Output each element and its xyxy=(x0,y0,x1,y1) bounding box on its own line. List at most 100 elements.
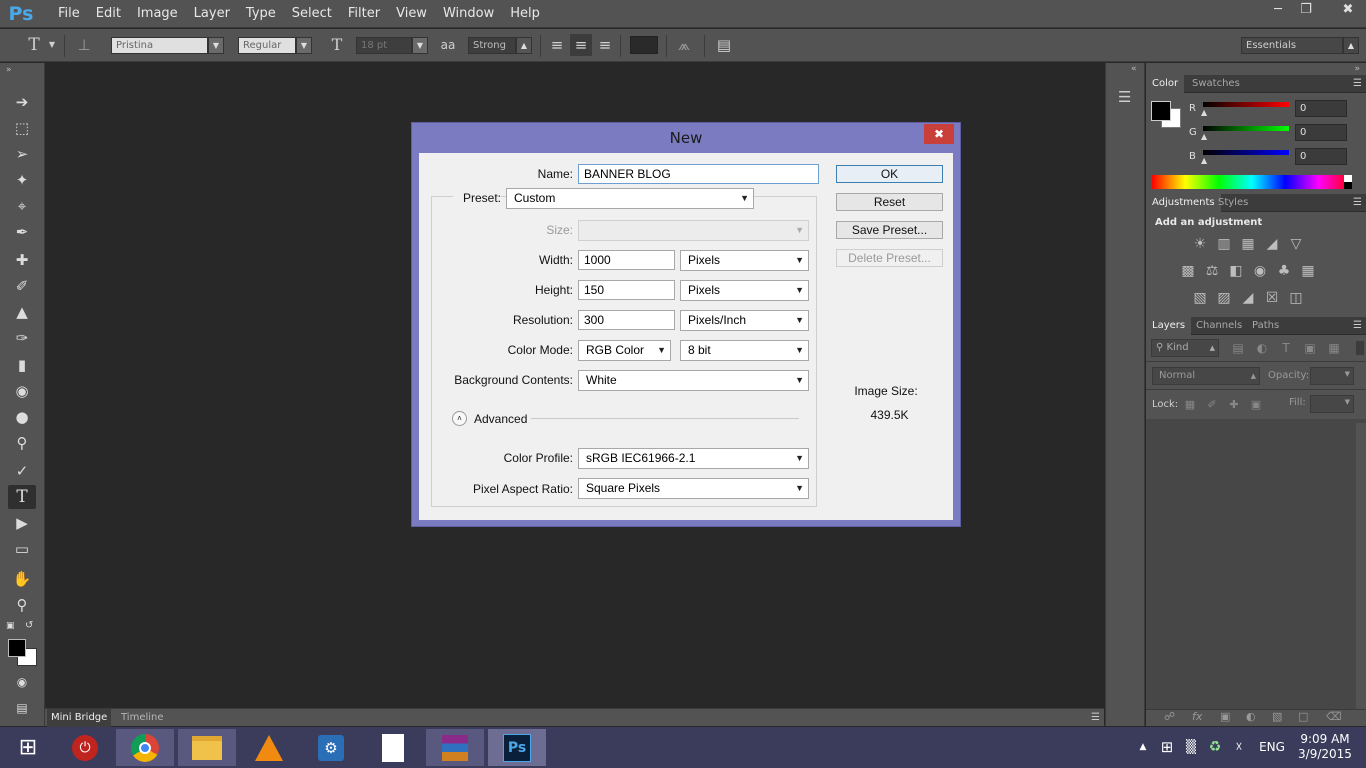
screen-mode-icon[interactable]: ▤ xyxy=(8,696,36,720)
document-app-icon[interactable] xyxy=(364,729,422,766)
lock-position-icon[interactable]: ✚ xyxy=(1224,396,1244,414)
warp-text-icon[interactable]: ⩕ xyxy=(672,34,696,56)
brightness-contrast-icon[interactable]: ☀ xyxy=(1190,235,1210,253)
filter-adjustment-icon[interactable]: ◐ xyxy=(1252,339,1272,357)
tab-channels[interactable]: Channels xyxy=(1190,317,1248,335)
volume-muted-icon[interactable]: ☓ xyxy=(1228,727,1250,768)
slider-handle-icon[interactable]: ▲ xyxy=(1201,156,1207,165)
quick-mask-icon[interactable]: ◉ xyxy=(8,670,36,694)
menu-image[interactable]: Image xyxy=(129,0,186,28)
align-right-icon[interactable]: ≡ xyxy=(594,34,616,56)
menu-edit[interactable]: Edit xyxy=(88,0,129,28)
black-white-icon[interactable]: ◧ xyxy=(1226,262,1246,280)
black-sample[interactable] xyxy=(1344,182,1352,189)
selective-color-icon[interactable]: ☒ xyxy=(1262,289,1282,307)
rectangle-tool-icon[interactable]: ▭ xyxy=(8,537,36,561)
pen-tool-icon[interactable]: ✓ xyxy=(8,459,36,483)
menu-view[interactable]: View xyxy=(388,0,435,28)
marquee-tool-icon[interactable]: ⬚ xyxy=(8,116,36,140)
exposure-icon[interactable]: ◢ xyxy=(1262,235,1282,253)
collapse-advanced-icon[interactable]: ˄ xyxy=(452,411,467,426)
align-left-icon[interactable]: ≡ xyxy=(546,34,568,56)
save-preset-button[interactable]: Save Preset... xyxy=(836,221,943,239)
healing-brush-tool-icon[interactable]: ✚ xyxy=(8,248,36,272)
restore-icon[interactable]: ❐ xyxy=(1292,0,1320,20)
b-slider[interactable] xyxy=(1203,150,1289,155)
lock-image-icon[interactable]: ✐ xyxy=(1202,396,1222,414)
g-slider[interactable] xyxy=(1203,126,1289,131)
menu-select[interactable]: Select xyxy=(284,0,340,28)
network-signal-icon[interactable]: ▒ xyxy=(1180,727,1202,768)
tab-swatches[interactable]: Swatches xyxy=(1186,75,1246,93)
sync-icon[interactable]: ♻ xyxy=(1204,727,1226,768)
color-lookup-icon[interactable]: ▦ xyxy=(1298,262,1318,280)
resolution-input[interactable]: 300 xyxy=(578,310,675,330)
filter-toggle[interactable] xyxy=(1356,341,1364,355)
menu-filter[interactable]: Filter xyxy=(340,0,388,28)
default-colors-icon[interactable]: ▣ xyxy=(6,621,15,631)
panel-menu-icon[interactable]: ☰ xyxy=(1353,317,1362,335)
blur-tool-icon[interactable]: ● xyxy=(8,405,36,429)
close-icon[interactable]: ✖ xyxy=(924,124,954,144)
levels-icon[interactable]: ▥ xyxy=(1214,235,1234,253)
clone-stamp-tool-icon[interactable]: ▲ xyxy=(8,300,36,324)
path-selection-tool-icon[interactable]: ▶ xyxy=(8,511,36,535)
new-group-icon[interactable]: ▧ xyxy=(1272,710,1282,723)
curves-icon[interactable]: ▦ xyxy=(1238,235,1258,253)
winrar-app-icon[interactable] xyxy=(426,729,484,766)
slider-handle-icon[interactable]: ▲ xyxy=(1201,132,1207,141)
layer-filter-select[interactable]: ⚲ Kind ▲ xyxy=(1151,339,1219,357)
height-input[interactable]: 150 xyxy=(578,280,675,300)
trash-icon[interactable]: ⌫ xyxy=(1326,710,1342,723)
layer-style-icon[interactable]: fx xyxy=(1192,710,1202,723)
minimize-icon[interactable]: ─ xyxy=(1264,0,1292,20)
tab-timeline[interactable]: Timeline xyxy=(117,709,168,727)
tab-mini-bridge[interactable]: Mini Bridge xyxy=(47,709,112,727)
character-panel-icon[interactable]: ▤ xyxy=(712,34,736,56)
tab-styles[interactable]: Styles xyxy=(1212,194,1254,212)
opacity-field[interactable]: ▼ xyxy=(1310,367,1354,385)
tab-layers[interactable]: Layers xyxy=(1146,317,1192,335)
font-family-dropdown-icon[interactable]: ▼ xyxy=(208,37,224,54)
color-balance-icon[interactable]: ⚖ xyxy=(1202,262,1222,280)
filter-type-icon[interactable]: T xyxy=(1276,339,1296,357)
reset-button[interactable]: Reset xyxy=(836,193,943,211)
crop-tool-icon[interactable]: ⌖ xyxy=(8,194,36,218)
font-family-field[interactable]: Pristina xyxy=(111,37,208,54)
foreground-color-swatch[interactable] xyxy=(8,639,26,657)
antialias-field[interactable]: Strong xyxy=(468,37,516,54)
font-style-dropdown-icon[interactable]: ▼ xyxy=(296,37,312,54)
dodge-tool-icon[interactable]: ⚲ xyxy=(8,431,36,455)
bit-depth-select[interactable]: 8 bit ▼ xyxy=(680,340,809,361)
history-brush-tool-icon[interactable]: ✑ xyxy=(8,326,36,350)
panel-menu-icon[interactable]: ☰ xyxy=(1353,75,1362,93)
color-spectrum-ramp[interactable] xyxy=(1152,175,1352,189)
color-mode-select[interactable]: RGB Color ▼ xyxy=(578,340,671,361)
settings-app-icon[interactable]: ⚙ xyxy=(302,729,360,766)
r-value[interactable]: 0 xyxy=(1295,100,1347,117)
preset-select[interactable]: Custom ▼ xyxy=(506,188,754,209)
chevron-down-icon[interactable]: ▼ xyxy=(46,34,58,56)
color-profile-select[interactable]: sRGB IEC61966-2.1 ▼ xyxy=(578,448,809,469)
antialias-dropdown-icon[interactable]: ▲ xyxy=(516,37,532,54)
history-panel-icon[interactable]: ☰ xyxy=(1118,88,1131,106)
tab-color[interactable]: Color xyxy=(1146,75,1185,93)
r-slider[interactable] xyxy=(1203,102,1289,107)
g-value[interactable]: 0 xyxy=(1295,124,1347,141)
lasso-tool-icon[interactable]: ➢ xyxy=(8,142,36,166)
hue-saturation-icon[interactable]: ▩ xyxy=(1178,262,1198,280)
language-indicator[interactable]: ENG xyxy=(1256,727,1288,768)
vlc-app-icon[interactable] xyxy=(240,729,298,766)
slider-handle-icon[interactable]: ▲ xyxy=(1201,108,1207,117)
lock-all-icon[interactable]: ▣ xyxy=(1246,396,1266,414)
expand-icon[interactable]: « xyxy=(1131,64,1137,74)
invert-icon[interactable]: ▧ xyxy=(1190,289,1210,307)
menu-layer[interactable]: Layer xyxy=(186,0,238,28)
menu-window[interactable]: Window xyxy=(435,0,502,28)
height-unit-select[interactable]: Pixels ▼ xyxy=(680,280,809,301)
paint-bucket-tool-icon[interactable]: ◉ xyxy=(8,379,36,403)
menu-help[interactable]: Help xyxy=(502,0,548,28)
link-layers-icon[interactable]: ☍ xyxy=(1164,710,1175,723)
quick-selection-tool-icon[interactable]: ✦ xyxy=(8,168,36,192)
align-center-icon[interactable]: ≡ xyxy=(570,34,592,56)
